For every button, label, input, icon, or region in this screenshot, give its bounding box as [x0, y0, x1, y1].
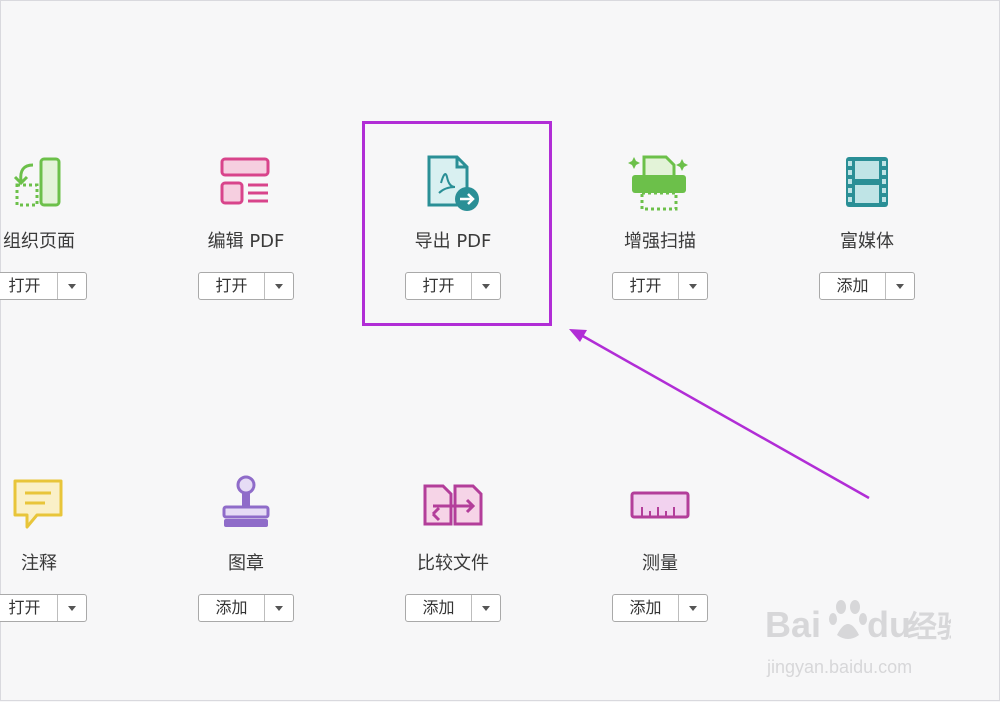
watermark-cn: 经验	[907, 610, 951, 645]
watermark-brand: Bai	[765, 604, 821, 645]
baidu-watermark: Bai du 经验 jingyan.baidu.com	[761, 591, 967, 685]
watermark-url: jingyan.baidu.com	[766, 657, 912, 677]
tools-panel: 组织页面 打开 编辑 PDF 打开 导出 PDF 打开 增强扫描 打开 富媒体 …	[0, 0, 1000, 701]
baidu-logo-icon: Bai du 经验 jingyan.baidu.com	[765, 600, 967, 677]
watermark-brand2: du	[867, 604, 911, 645]
